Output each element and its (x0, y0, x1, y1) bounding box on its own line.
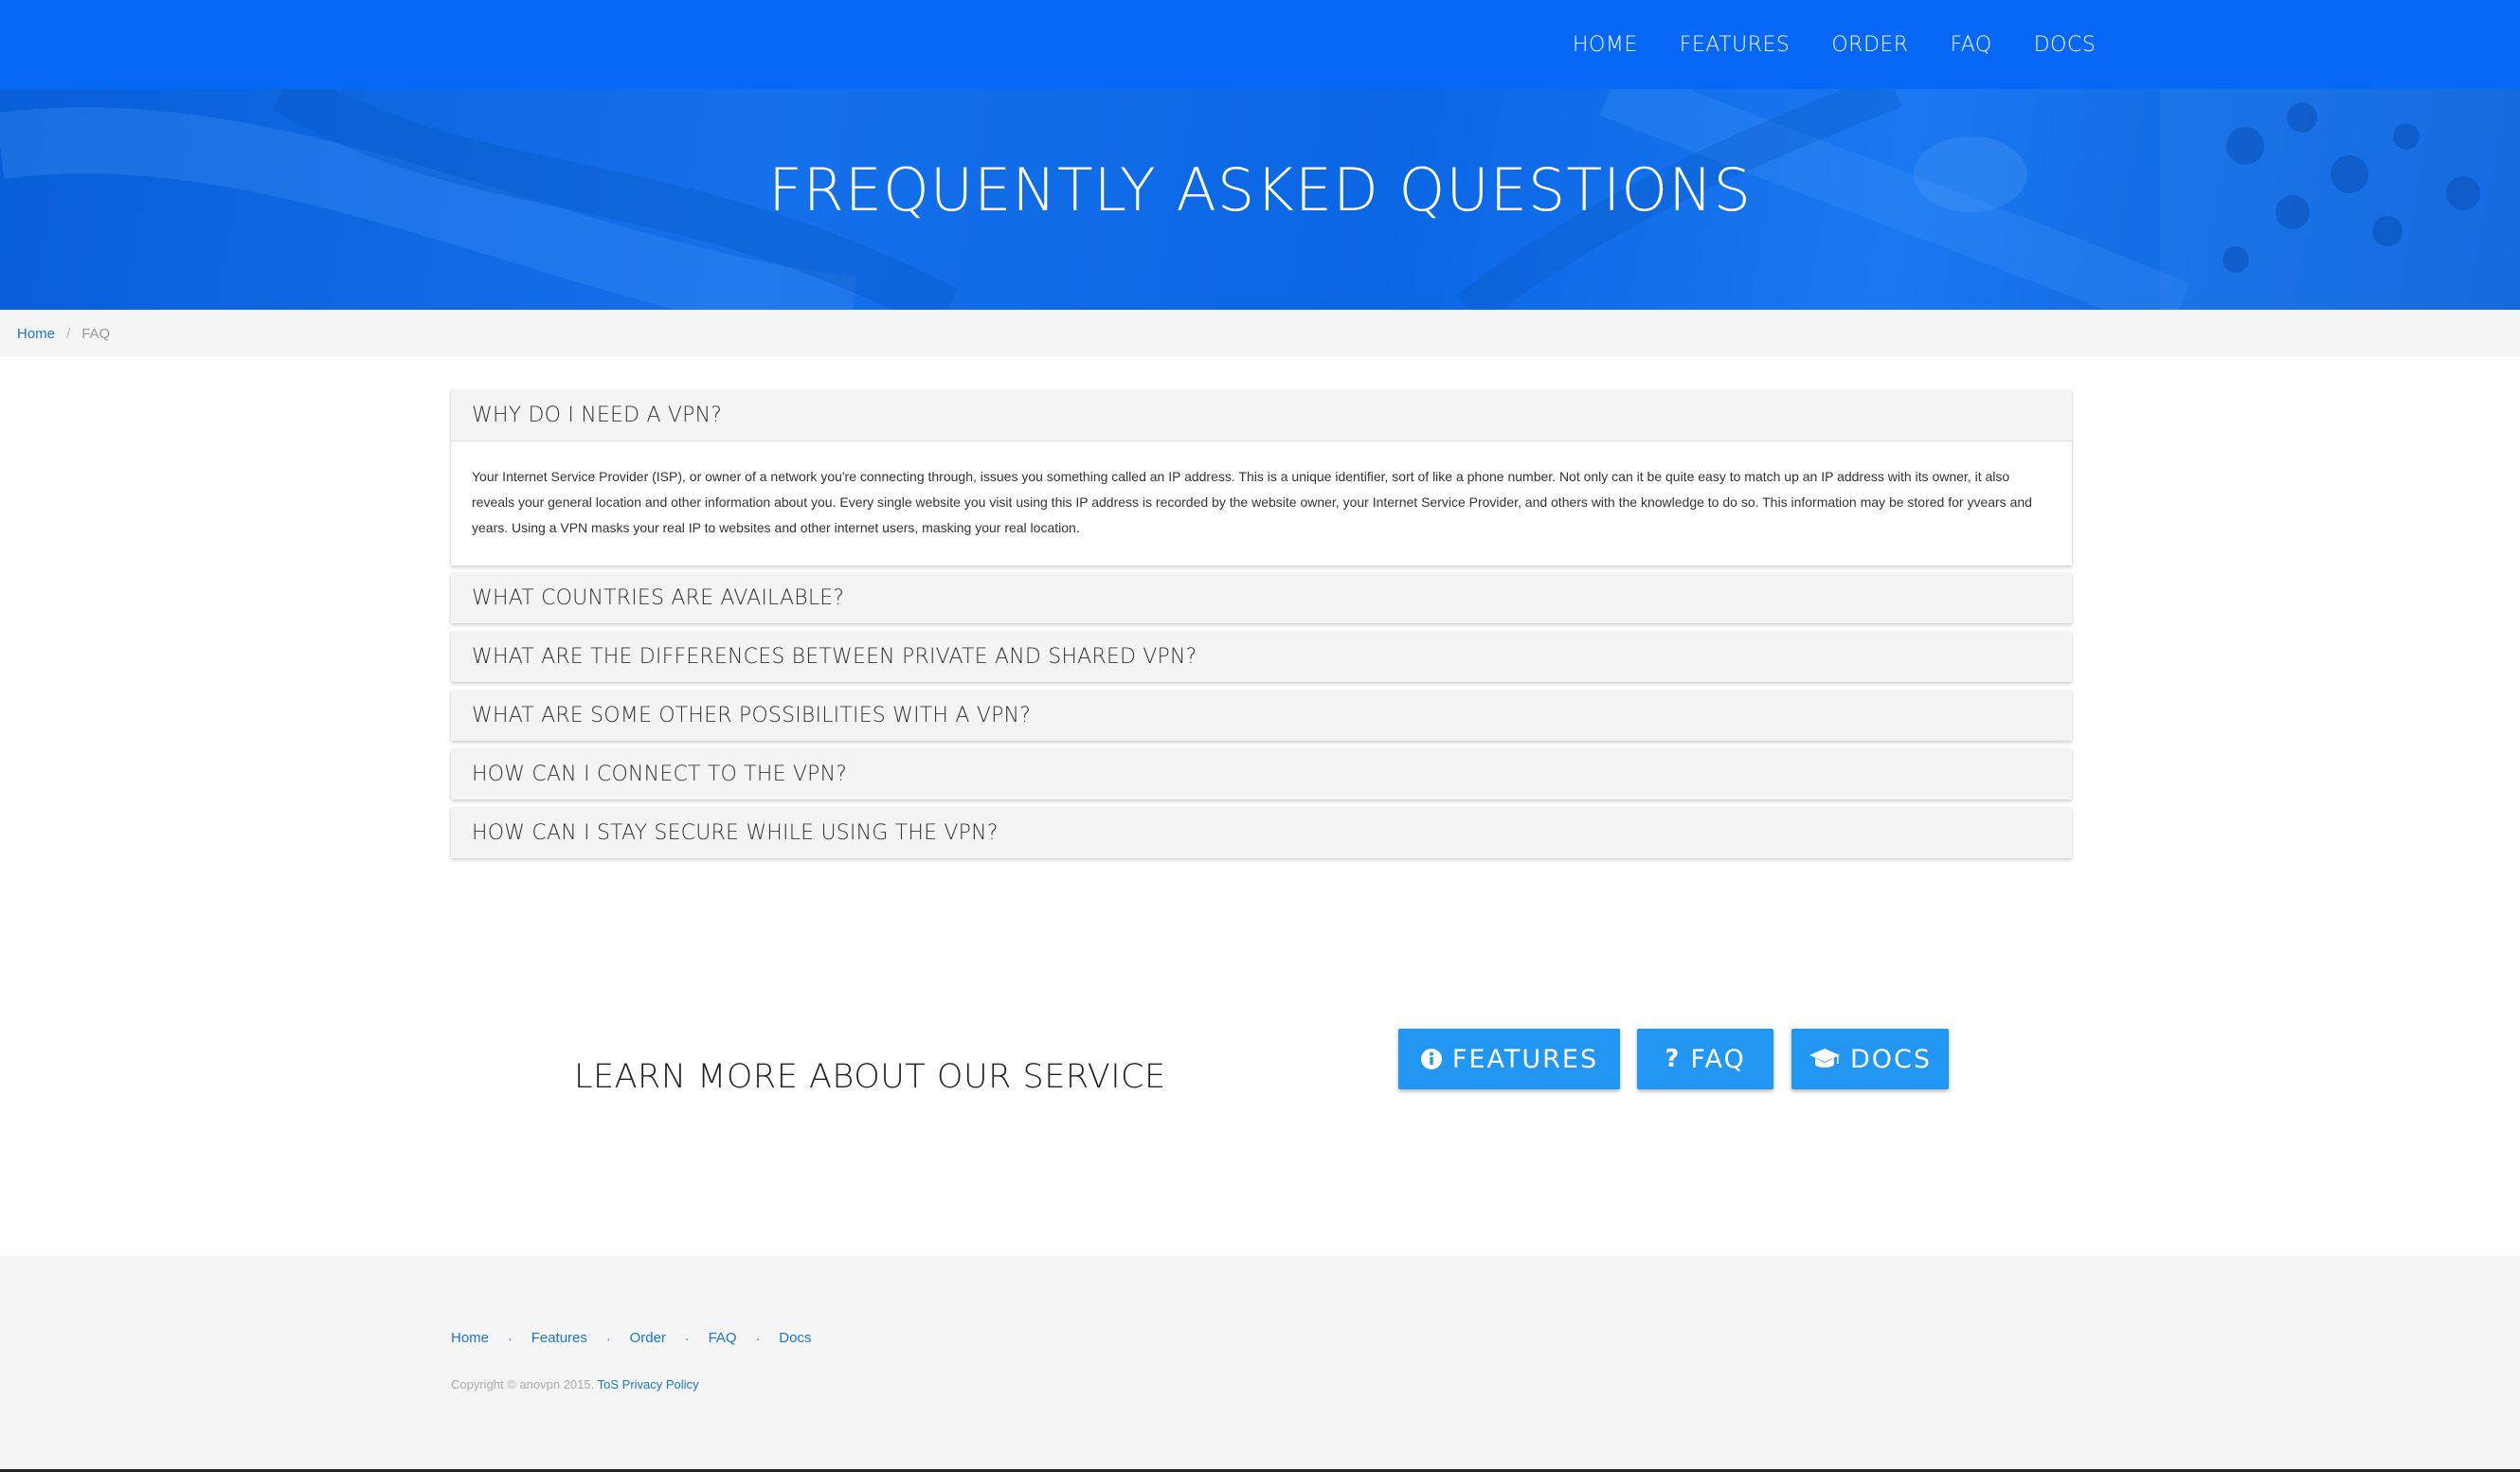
copyright: Copyright © anovpn 2015. ToS Privacy Pol… (451, 1377, 699, 1391)
privacy-policy-link[interactable]: Privacy Policy (622, 1377, 699, 1391)
top-navbar: HOME FEATURES ORDER FAQ DOCS (0, 0, 2520, 89)
features-button-label: FEATURES (1451, 1044, 1599, 1074)
question-icon: ? (1665, 1045, 1682, 1073)
tos-link[interactable]: ToS (598, 1377, 619, 1391)
faq-panel: WHAT ARE SOME OTHER POSSIBILITIES WITH A… (451, 691, 2072, 741)
footer-link-order[interactable]: Order (630, 1330, 666, 1346)
features-button[interactable]: FEATURES (1398, 1029, 1620, 1089)
footer: Home · Features · Order · FAQ · Docs Cop… (0, 1256, 2520, 1472)
breadcrumb-current: FAQ (81, 325, 111, 342)
faq-question-header[interactable]: WHAT ARE SOME OTHER POSSIBILITIES WITH A… (451, 691, 2072, 741)
page-title: FREQUENTLY ASKED QUESTIONS (768, 155, 1752, 224)
hero-banner: FREQUENTLY ASKED QUESTIONS (0, 89, 2520, 310)
faq-question-header[interactable]: WHAT ARE THE DIFFERENCES BETWEEN PRIVATE… (451, 632, 2072, 682)
breadcrumb-home-link[interactable]: Home (17, 326, 55, 342)
footer-link-faq[interactable]: FAQ (709, 1330, 737, 1346)
footer-link-docs[interactable]: Docs (779, 1330, 811, 1346)
learn-more-heading: LEARN MORE ABOUT OUR SERVICE (574, 1058, 1166, 1096)
faq-panel: WHAT ARE THE DIFFERENCES BETWEEN PRIVATE… (451, 632, 2072, 682)
nav-menu: HOME FEATURES ORDER FAQ DOCS (1573, 0, 2137, 89)
faq-panel: WHY DO I NEED A VPN? Your Internet Servi… (451, 390, 2072, 565)
faq-question-header[interactable]: WHAT COUNTRIES ARE AVAILABLE? (451, 573, 2072, 623)
faq-panel: HOW CAN I CONNECT TO THE VPN? (451, 749, 2072, 799)
copyright-text: Copyright © anovpn 2015. (451, 1377, 595, 1391)
footer-separator: · (684, 1330, 690, 1346)
nav-item-docs[interactable]: DOCS (2034, 33, 2097, 57)
footer-separator: · (508, 1330, 513, 1346)
faq-panel: HOW CAN I STAY SECURE WHILE USING THE VP… (451, 808, 2072, 858)
nav-item-home[interactable]: HOME (1573, 33, 1638, 57)
breadcrumb: Home / FAQ (0, 310, 2520, 357)
graduation-cap-icon (1809, 1047, 1841, 1071)
breadcrumb-separator: / (66, 325, 71, 342)
faq-button-label: FAQ (1690, 1044, 1746, 1074)
faq-button[interactable]: ? FAQ (1637, 1029, 1773, 1089)
nav-item-order[interactable]: ORDER (1831, 33, 1908, 57)
faq-question-header[interactable]: HOW CAN I CONNECT TO THE VPN? (451, 749, 2072, 799)
footer-separator: · (755, 1330, 761, 1346)
faq-panel: WHAT COUNTRIES ARE AVAILABLE? (451, 573, 2072, 623)
info-circle-icon (1420, 1048, 1443, 1070)
faq-answer: Your Internet Service Provider (ISP), or… (451, 440, 2072, 565)
nav-item-faq[interactable]: FAQ (1951, 33, 1992, 57)
footer-separator: · (605, 1330, 611, 1346)
footer-link-features[interactable]: Features (531, 1330, 587, 1346)
faq-question-header[interactable]: WHY DO I NEED A VPN? (451, 390, 2072, 440)
docs-button[interactable]: DOCS (1791, 1029, 1949, 1089)
nav-item-features[interactable]: FEATURES (1680, 33, 1791, 57)
footer-links: Home · Features · Order · FAQ · Docs (451, 1330, 811, 1346)
footer-link-home[interactable]: Home (451, 1330, 489, 1346)
faq-accordion: WHY DO I NEED A VPN? Your Internet Servi… (451, 390, 2072, 867)
docs-button-label: DOCS (1849, 1044, 1933, 1074)
faq-question-header[interactable]: HOW CAN I STAY SECURE WHILE USING THE VP… (451, 808, 2072, 858)
